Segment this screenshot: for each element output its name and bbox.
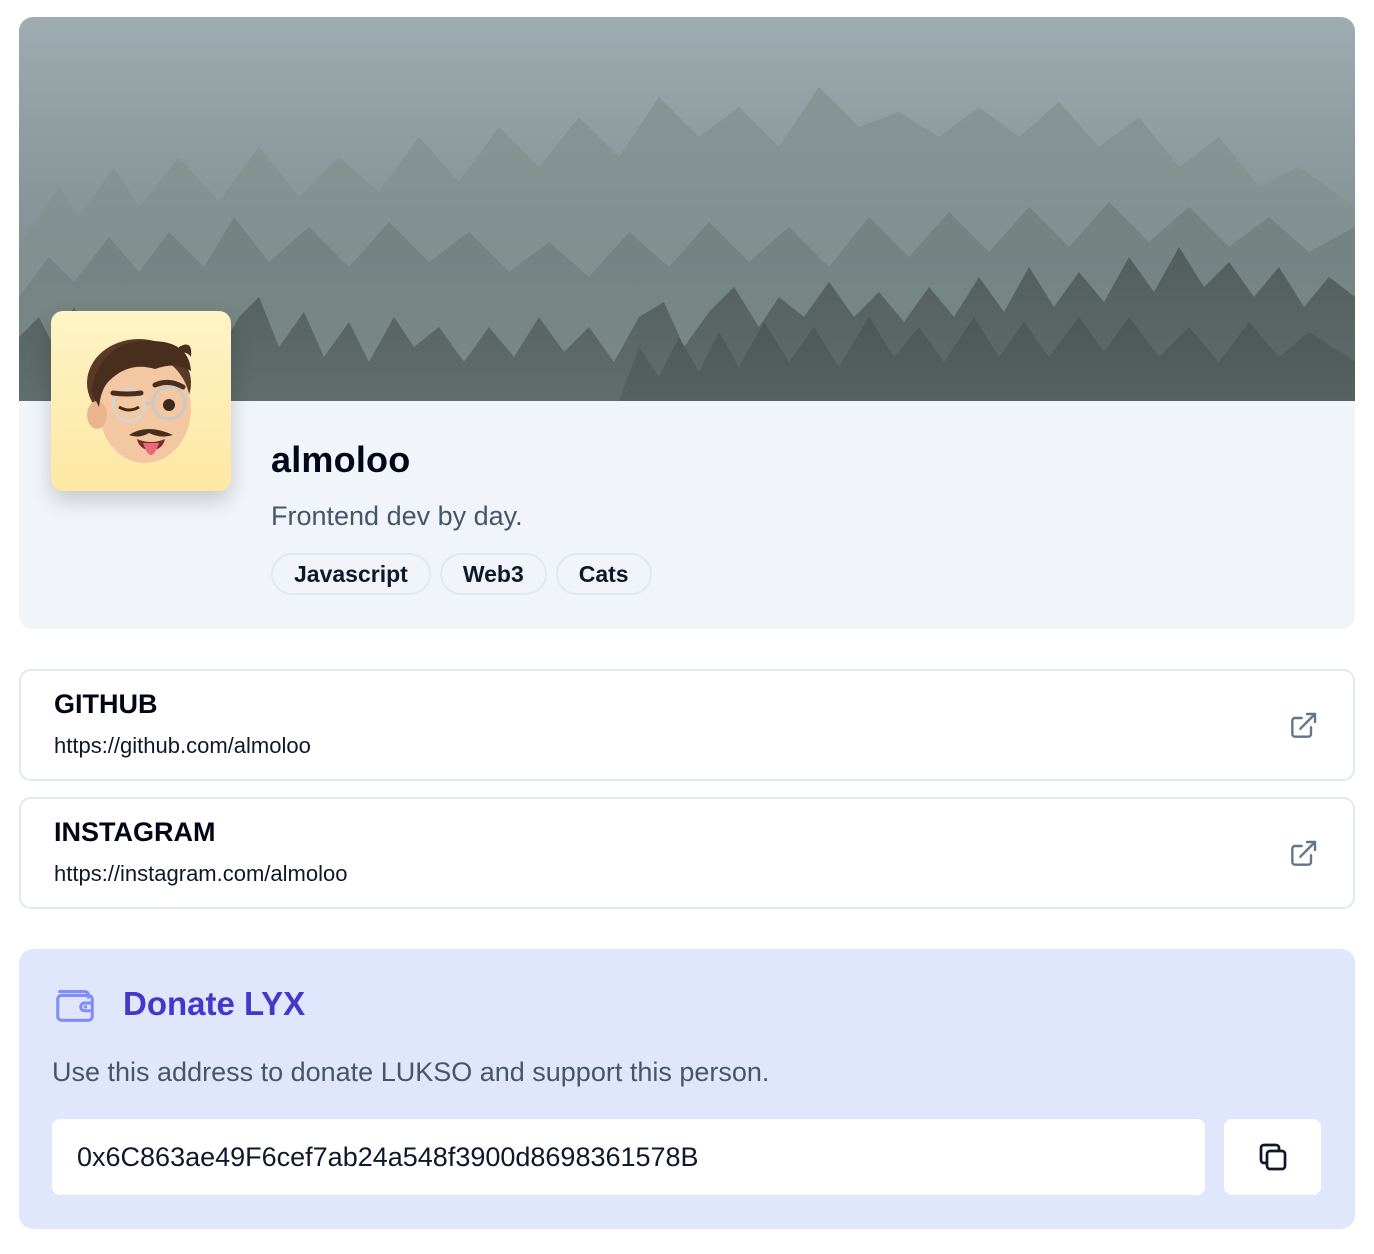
wallet-address-field[interactable]	[52, 1119, 1205, 1195]
donate-title: Donate LYX	[123, 985, 306, 1022]
tag-javascript: Javascript	[271, 553, 431, 595]
tag-cats: Cats	[555, 553, 652, 595]
link-title: GITHUB	[54, 689, 158, 719]
avatar	[51, 311, 231, 491]
link-card-instagram[interactable]: INSTAGRAM https://instagram.com/almoloo	[19, 797, 1355, 909]
link-card-github[interactable]: GITHUB https://github.com/almoloo	[19, 669, 1355, 781]
tag-web3: Web3	[439, 553, 547, 595]
link-url[interactable]: https://instagram.com/almoloo	[54, 861, 347, 887]
wallet-icon	[56, 990, 94, 1022]
external-link-icon[interactable]	[1287, 838, 1319, 870]
tag-list: Javascript Web3 Cats	[271, 553, 652, 595]
copy-icon	[1259, 1143, 1286, 1171]
donate-description: Use this address to donate LUKSO and sup…	[52, 1057, 770, 1087]
username: almoloo	[271, 439, 411, 480]
bio: Frontend dev by day.	[271, 501, 523, 531]
profile-card: almoloo Frontend dev by day. Javascript …	[19, 17, 1355, 629]
link-title: INSTAGRAM	[54, 817, 216, 847]
external-link-icon[interactable]	[1287, 710, 1319, 742]
link-url[interactable]: https://github.com/almoloo	[54, 733, 311, 759]
copy-address-button[interactable]	[1224, 1119, 1321, 1195]
donate-card: Donate LYX Use this address to donate LU…	[19, 949, 1355, 1229]
